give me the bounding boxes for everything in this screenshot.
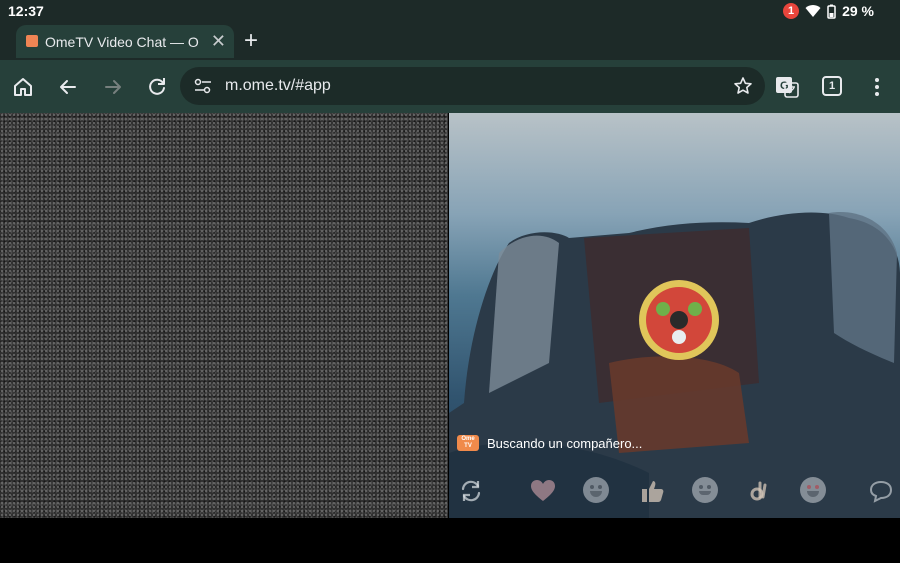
tab-title: OmeTV Video Chat — Omegle	[45, 34, 199, 50]
thumbs-up-reaction-button[interactable]	[638, 477, 666, 505]
clock: 12:37	[8, 3, 44, 19]
bottom-area	[0, 518, 900, 563]
home-button[interactable]	[10, 74, 36, 100]
system-status-bar: 12:37 1 29 %	[0, 0, 900, 24]
translate-icon: G	[776, 77, 799, 98]
chat-controls	[449, 473, 900, 509]
smiling-face-icon	[692, 477, 718, 503]
local-camera-video: Ome TV Buscando un compañero...	[449, 113, 900, 518]
wifi-icon	[805, 5, 821, 18]
notification-badge: 1	[783, 3, 800, 19]
forward-button[interactable]	[100, 74, 126, 100]
tab-switcher-button[interactable]: 1	[822, 76, 842, 96]
ometv-favicon-icon	[26, 35, 38, 47]
browser-toolbar: m.ome.tv/#app G 1	[0, 60, 900, 113]
camera-scene-image	[449, 212, 900, 518]
site-settings-icon[interactable]	[194, 78, 212, 94]
back-button[interactable]	[55, 74, 81, 100]
laugh-reaction-button[interactable]	[583, 477, 611, 505]
chat-message-button[interactable]	[867, 477, 895, 505]
new-tab-button[interactable]: +	[244, 27, 258, 55]
close-tab-icon[interactable]: ✕	[211, 31, 226, 52]
battery-icon	[827, 4, 836, 19]
next-partner-button[interactable]	[457, 477, 485, 505]
refresh-icon	[461, 480, 481, 502]
heart-icon	[531, 480, 555, 501]
laughing-face-icon	[583, 477, 609, 503]
reload-button[interactable]	[144, 74, 170, 100]
ometv-logo-icon: Ome TV	[457, 435, 479, 451]
tab-strip: OmeTV Video Chat — Omegle ✕ +	[0, 24, 900, 60]
battery-percent: 29 %	[842, 3, 874, 19]
browser-tab[interactable]: OmeTV Video Chat — Omegle ✕	[16, 25, 234, 58]
reload-icon	[149, 78, 165, 95]
menu-button[interactable]	[864, 74, 890, 100]
home-icon	[14, 78, 32, 96]
address-bar[interactable]: m.ome.tv/#app	[180, 67, 765, 105]
bookmark-star-icon[interactable]	[733, 76, 753, 96]
url-text[interactable]: m.ome.tv/#app	[225, 77, 331, 95]
more-vert-icon	[875, 78, 879, 96]
forward-arrow-icon	[105, 80, 121, 94]
remote-video-static	[0, 113, 448, 518]
searching-status: Ome TV Buscando un compañero...	[457, 435, 642, 451]
chat-bubble-icon	[869, 480, 893, 503]
status-text: Buscando un compañero...	[487, 435, 643, 451]
back-arrow-icon	[60, 80, 76, 94]
heart-reaction-button[interactable]	[529, 477, 557, 505]
heart-eyes-reaction-button[interactable]	[800, 477, 828, 505]
status-icons: 1 29 %	[783, 3, 874, 19]
translate-button[interactable]: G	[774, 74, 800, 100]
smile-reaction-button[interactable]	[692, 477, 720, 505]
ok-hand-icon	[750, 481, 767, 501]
heart-eyes-face-icon	[800, 477, 826, 503]
ok-hand-reaction-button[interactable]	[747, 477, 775, 505]
thumbs-up-icon	[642, 481, 664, 502]
